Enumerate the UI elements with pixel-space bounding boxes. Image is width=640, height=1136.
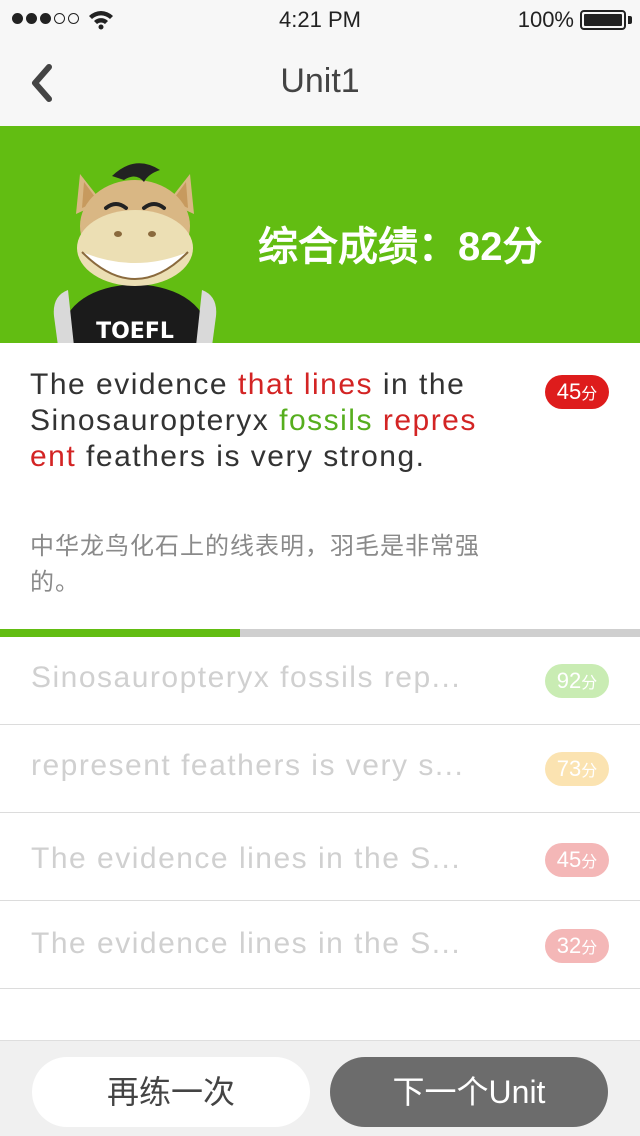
list-item-text: represent feathers is very s... — [31, 749, 465, 782]
score-badge: 92分 — [545, 664, 609, 698]
navigation-bar: Unit1 — [0, 40, 640, 126]
current-sentence-text: The evidence that lines in the Sinosauro… — [30, 367, 495, 475]
score-banner: TOEFL 综合成绩：82分 — [0, 126, 640, 343]
bottom-action-bar: 再练一次 下一个Unit — [0, 1040, 640, 1136]
score-badge: 45分 — [545, 843, 609, 877]
battery-percentage: 100% — [517, 7, 574, 32]
progress-bar — [0, 629, 640, 637]
sentence-list: Sinosauropteryx fossils rep... 92分 repre… — [0, 637, 640, 989]
status-bar: 4:21 PM 100% — [0, 0, 640, 40]
list-item-text: Sinosauropteryx fossils rep... — [31, 661, 462, 694]
score-badge: 73分 — [545, 752, 609, 786]
page-title: Unit1 — [280, 62, 360, 100]
list-item[interactable]: represent feathers is very s... 73分 — [0, 725, 640, 813]
sentence-segment-6: feathers is very strong. — [76, 440, 426, 473]
sentence-segment-0: The evidence — [30, 368, 238, 401]
sentence-segment-4 — [373, 404, 383, 437]
score-badge: 32分 — [545, 929, 609, 963]
current-sentence-translation: 中华龙鸟化石上的线表明，羽毛是非常强的。 — [30, 533, 480, 596]
horse-mascot-icon: TOEFL — [53, 163, 217, 343]
sentence-segment-3: fossils — [279, 404, 373, 437]
list-item-text: The evidence lines in the S... — [31, 842, 462, 875]
current-sentence-card: The evidence that lines in the Sinosauro… — [0, 343, 640, 629]
list-item-text: The evidence lines in the S... — [31, 927, 462, 960]
overall-score: 综合成绩：82分 — [258, 225, 543, 269]
next-unit-button[interactable]: 下一个Unit — [330, 1057, 608, 1127]
progress-fill — [0, 629, 240, 637]
mascot-shirt-text: TOEFL — [96, 319, 174, 343]
battery-icon — [580, 10, 626, 30]
list-item[interactable]: The evidence lines in the S... 32分 — [0, 901, 640, 989]
list-item[interactable]: Sinosauropteryx fossils rep... 92分 — [0, 637, 640, 725]
current-score-badge: 45分 — [545, 375, 609, 409]
list-item[interactable]: The evidence lines in the S... 45分 — [0, 813, 640, 901]
practice-again-button[interactable]: 再练一次 — [32, 1057, 310, 1127]
sentence-segment-1: that lines — [237, 368, 374, 401]
